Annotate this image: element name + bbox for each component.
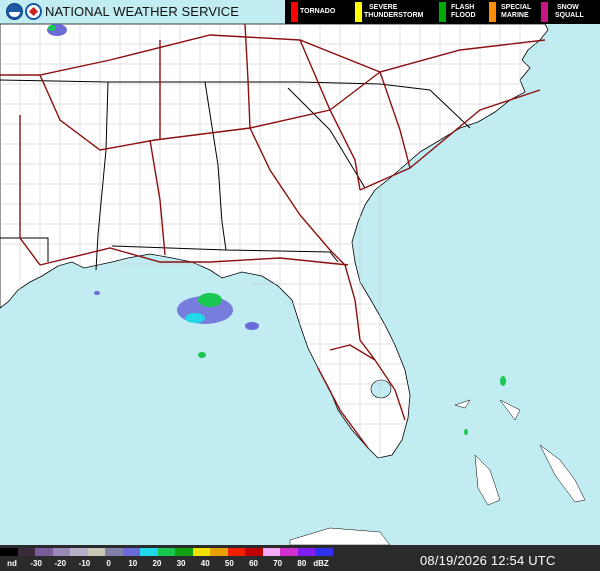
scale-color-cell	[227, 548, 246, 556]
scale-color-cell	[52, 548, 71, 556]
scale-color-cell	[70, 548, 89, 556]
scale-color-cell	[157, 548, 176, 556]
scale-color-cell	[210, 548, 229, 556]
severe-thunderstorm-swatch	[355, 2, 362, 22]
scale-color-cell	[87, 548, 106, 556]
scale-tick-label: 0	[106, 559, 111, 568]
header-bar: NATIONAL WEATHER SERVICE TORNADO SEVERE …	[0, 0, 600, 24]
scale-color-cell	[245, 548, 264, 556]
reflectivity-scale: nd -30 -20 -10 0 10 20 30 40 50 60 70 80 dBZ	[0, 546, 334, 571]
scale-tick-label: 60	[249, 559, 258, 568]
special-marine-swatch	[489, 2, 496, 22]
legend-label: TORNADO	[300, 8, 336, 15]
scale-color-cell	[262, 548, 281, 556]
scale-color-cell	[297, 548, 316, 556]
nws-logo-icon[interactable]	[25, 3, 42, 20]
legend-label: FLOOD	[451, 12, 476, 19]
timestamp: 08/19/2026 12:54 UTC	[420, 553, 556, 568]
flash-flood-swatch	[439, 2, 446, 22]
scale-color-cell	[140, 548, 159, 556]
legend-label: SQUALL	[555, 12, 584, 19]
scale-color-cell	[175, 548, 194, 556]
legend-label: MARINE	[501, 12, 529, 19]
scale-tick-label: 40	[200, 559, 210, 568]
scale-tick-label: -20	[54, 559, 67, 568]
scale-tick-label: 30	[176, 559, 186, 568]
warning-legend: TORNADO SEVERE THUNDERSTORM FLASH FLOOD …	[285, 0, 600, 24]
scale-color-cell	[105, 548, 124, 556]
scale-tick-label: nd	[7, 559, 17, 568]
scale-tick-label: 20	[152, 559, 162, 568]
scale-color-cell	[122, 548, 141, 556]
scale-tick-label: 70	[273, 559, 283, 568]
scale-color-cell	[280, 548, 299, 556]
tornado-swatch	[291, 2, 298, 22]
scale-color-cell	[0, 548, 19, 556]
scale-tick-label: 80	[297, 559, 307, 568]
legend-label: THUNDERSTORM	[364, 12, 424, 19]
page-title: NATIONAL WEATHER SERVICE	[45, 4, 240, 19]
lake-okeechobee	[370, 379, 392, 399]
snow-squall-swatch	[541, 2, 548, 22]
legend-label: FLASH	[451, 4, 475, 11]
noaa-logo-icon[interactable]	[6, 3, 23, 20]
scale-tick-label: 10	[128, 559, 138, 568]
legend-label: SNOW	[557, 4, 579, 11]
scale-color-cell	[315, 548, 334, 556]
radar-map[interactable]	[0, 0, 600, 545]
legend-label: SEVERE	[369, 4, 398, 11]
scale-color-cell	[35, 548, 54, 556]
scale-tick-label: 50	[224, 559, 234, 568]
scale-tick-label: -30	[30, 559, 42, 568]
scale-tick-label: -10	[78, 559, 91, 568]
legend-label: SPECIAL	[501, 4, 532, 11]
scale-color-cell	[17, 548, 36, 556]
scale-unit-label: dBZ	[313, 559, 329, 568]
scale-color-cell	[192, 548, 211, 556]
